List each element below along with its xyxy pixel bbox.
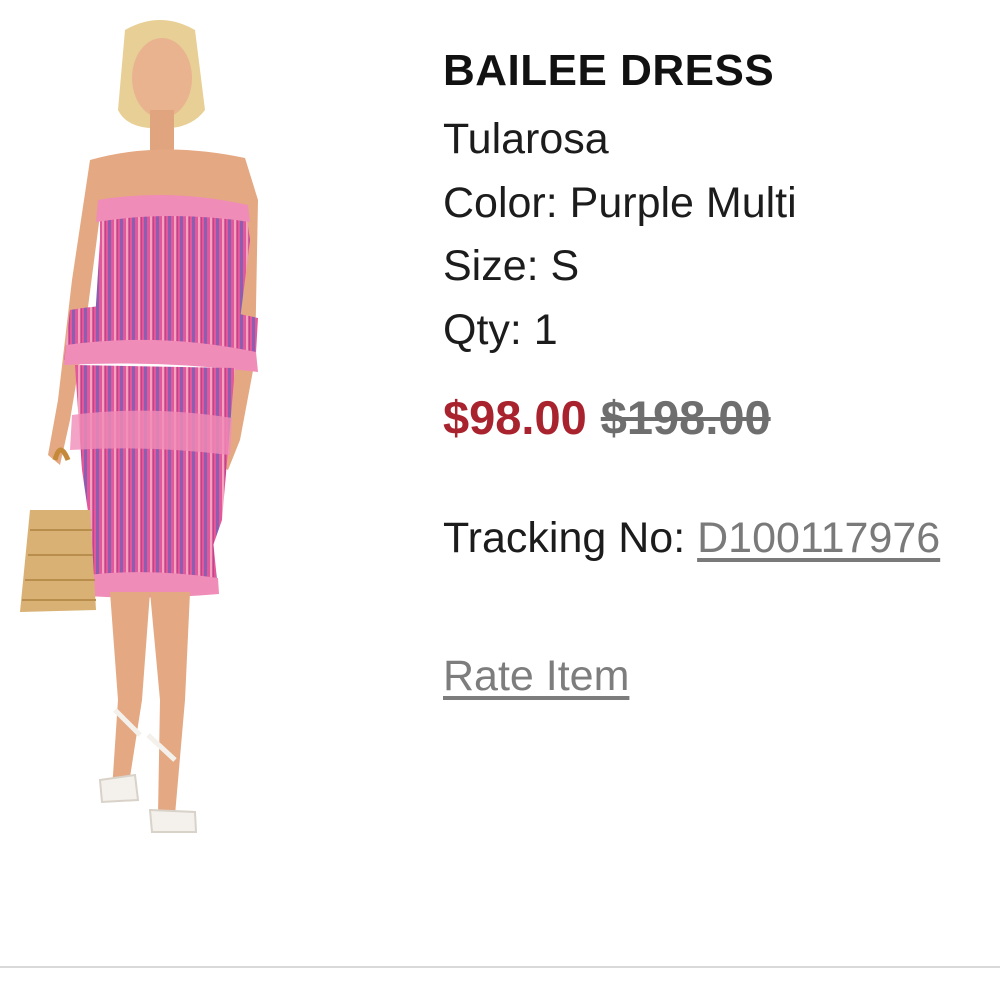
original-price: $198.00: [600, 391, 771, 444]
rate-item-link[interactable]: Rate Item: [443, 652, 629, 701]
tracking-label: Tracking No:: [443, 514, 686, 562]
product-size: Size: S: [443, 242, 580, 290]
product-brand: Tularosa: [443, 115, 609, 163]
price-row: $98.00 $198.00: [443, 390, 771, 445]
tracking-number-link[interactable]: D100117976: [697, 514, 940, 562]
product-name: BAILEE DRESS: [443, 46, 775, 95]
product-quantity: Qty: 1: [443, 306, 558, 354]
order-item-details: BAILEE DRESS Tularosa Color: Purple Mult…: [443, 0, 1000, 760]
product-image[interactable]: [0, 0, 300, 870]
sale-price: $98.00: [443, 391, 587, 444]
product-color: Color: Purple Multi: [443, 179, 797, 227]
divider: [0, 966, 1000, 968]
tracking-info: Tracking No: D100117976: [443, 514, 940, 563]
